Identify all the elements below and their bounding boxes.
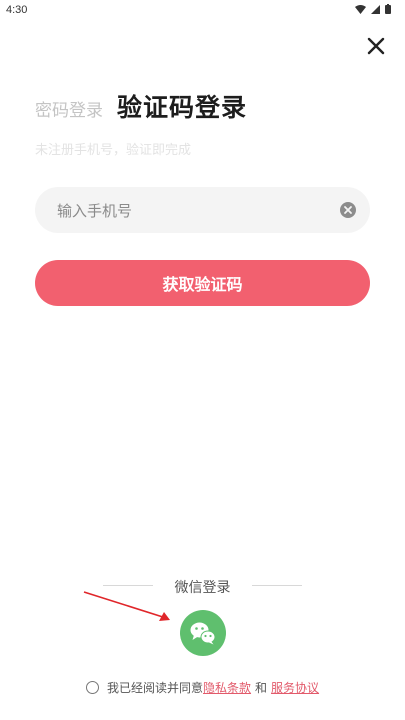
wifi-icon	[355, 4, 366, 14]
agreement-prefix: 我已经阅读并同意	[107, 681, 204, 695]
agreement-and: 和	[255, 681, 268, 695]
clear-icon[interactable]	[339, 201, 357, 219]
tab-password-login[interactable]: 密码登录	[35, 96, 103, 121]
tab-code-login[interactable]: 验证码登录	[117, 88, 247, 124]
status-icons	[355, 4, 391, 14]
agree-radio[interactable]	[86, 681, 99, 694]
close-icon[interactable]	[364, 34, 388, 58]
status-bar: 4:30	[0, 0, 405, 20]
status-time: 4:30	[6, 4, 28, 16]
wechat-login-button[interactable]	[180, 610, 226, 656]
privacy-link[interactable]: 隐私条款	[203, 679, 251, 696]
signal-icon	[371, 4, 380, 14]
divider-right	[252, 585, 302, 586]
get-code-button[interactable]: 获取验证码	[35, 260, 370, 306]
battery-icon	[385, 4, 391, 14]
wechat-login-label: 微信登录	[174, 580, 231, 596]
phone-input[interactable]	[55, 187, 329, 235]
phone-input-box	[35, 187, 370, 235]
service-link[interactable]: 服务协议	[271, 679, 319, 696]
login-tabs: 密码登录 验证码登录	[35, 88, 247, 124]
annotation-arrow-icon	[83, 591, 170, 621]
wechat-icon	[190, 622, 216, 645]
login-subtitle: 未注册手机号，验证即完成	[35, 143, 192, 158]
agreement-row: 我已经阅读并同意 隐私条款 和 服务协议	[86, 679, 319, 696]
